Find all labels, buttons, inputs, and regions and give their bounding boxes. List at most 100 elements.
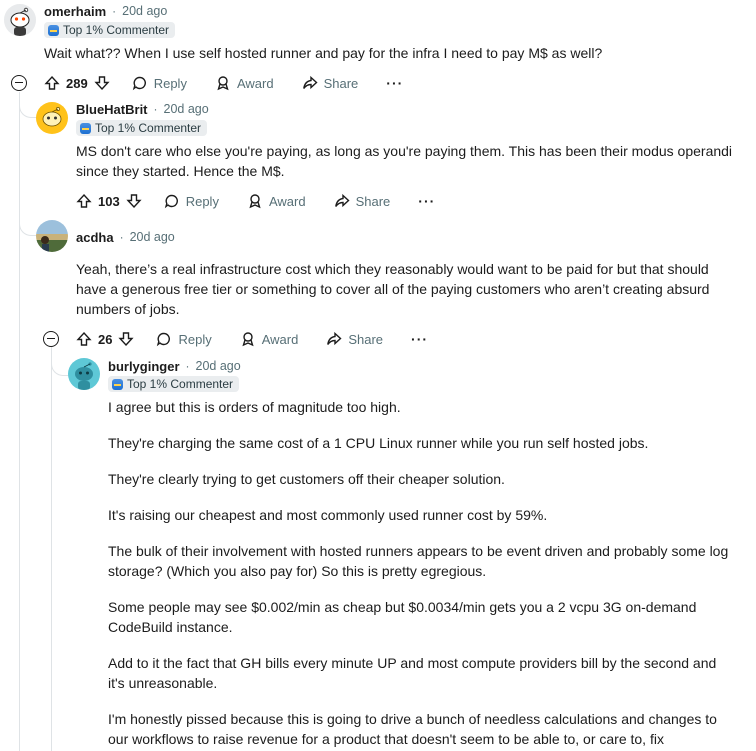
reply-label: Reply [185,193,219,209]
share-icon [334,193,350,208]
comment-paragraph: Yeah, there’s a real infrastructure cost… [76,261,710,317]
timestamp[interactable]: 20d ago [130,230,175,244]
share-button[interactable]: Share [334,193,391,209]
award-icon [249,194,261,209]
username[interactable]: acdha [76,230,114,245]
avatar[interactable] [36,220,68,252]
photo-avatar-icon [36,220,68,252]
snoo-avatar-icon [36,102,68,134]
thread-connector [19,218,37,236]
username[interactable]: BlueHatBrit [76,102,148,117]
comment-body: I agree but this is orders of magnitude … [108,397,733,749]
comment-paragraph: They're clearly trying to get customers … [108,471,505,487]
vote-count: 103 [98,193,120,209]
avatar[interactable] [36,102,68,134]
share-button[interactable]: Share [326,331,383,347]
top-commenter-icon [48,24,59,36]
flair-label: Top 1% Commenter [63,23,170,37]
reply-button[interactable]: Reply [164,193,219,209]
reply-icon [132,76,146,91]
flair-label: Top 1% Commenter [127,377,234,391]
comment-paragraph: It's raising our cheapest and most commo… [108,507,548,523]
share-label: Share [355,193,391,209]
reply-button[interactable]: Reply [156,331,212,347]
reply-button[interactable]: Reply [132,75,187,91]
upvote-button[interactable] [76,193,92,209]
award-icon [242,332,254,347]
comment-body: MS don't care who else you're paying, as… [76,141,736,181]
comment-header: omerhaim · 20d ago [44,3,167,19]
top-commenter-icon [80,122,91,134]
downvote-icon [118,332,135,347]
timestamp[interactable]: 20d ago [164,102,209,116]
share-icon [302,75,318,90]
user-flair: Top 1% Commenter [108,376,240,392]
reply-label: Reply [178,331,212,347]
award-label: Award [268,193,306,209]
comment-paragraph: MS don't care who else you're paying, as… [76,143,733,179]
separator-dot: · [153,102,158,116]
reply-label: Reply [153,75,187,91]
award-label: Award [261,331,299,347]
downvote-button[interactable] [94,75,110,91]
downvote-icon [126,194,142,209]
avatar[interactable] [4,4,36,36]
collapse-thread-button[interactable] [43,331,59,347]
flair-label: Top 1% Commenter [95,121,202,135]
comment-body: Wait what?? When I use self hosted runne… [44,43,744,63]
comment-paragraph: Wait what?? When I use self hosted runne… [44,45,603,61]
comment-paragraph: Some people may see $0.002/min as cheap … [108,599,697,635]
upvote-icon [76,193,92,208]
user-flair: Top 1% Commenter [44,22,176,38]
upvote-button[interactable] [76,331,92,347]
downvote-button[interactable] [126,193,142,209]
user-flair: Top 1% Commenter [76,120,208,136]
comment-actions: 103 Reply Award Share ··· [76,189,435,213]
share-button[interactable]: Share [302,75,359,91]
share-label: Share [323,75,359,91]
comment-actions: 289 Reply Award Share ··· [44,71,403,95]
reply-icon [157,332,171,347]
more-options-button[interactable]: ··· [411,331,428,347]
thread-line [19,92,20,751]
comment-paragraph: I agree but this is orders of magnitude … [108,399,401,415]
award-button[interactable]: Award [215,75,274,91]
username[interactable]: burlyginger [108,359,180,374]
separator-dot: · [119,230,124,244]
downvote-icon [94,76,110,91]
avatar[interactable] [68,358,100,390]
upvote-icon [76,331,92,346]
more-options-button[interactable]: ··· [418,193,435,209]
comment-paragraph: I'm honestly pissed because this is goin… [108,711,717,747]
reply-icon [164,194,178,209]
share-icon [327,331,342,346]
snoo-avatar-icon [68,358,100,390]
comment-header: BlueHatBrit · 20d ago [76,101,209,117]
timestamp[interactable]: 20d ago [196,359,241,373]
more-options-button[interactable]: ··· [386,75,403,91]
downvote-button[interactable] [118,331,135,347]
timestamp[interactable]: 20d ago [122,4,167,18]
upvote-button[interactable] [44,75,60,91]
thread-connector [19,100,37,118]
thread-line [51,345,52,751]
award-label: Award [236,75,274,91]
separator-dot: · [185,359,190,373]
top-commenter-icon [112,378,123,390]
award-button[interactable]: Award [247,193,306,209]
username[interactable]: omerhaim [44,4,106,19]
award-icon [217,76,229,91]
comment-header: burlyginger · 20d ago [108,358,241,374]
collapse-thread-button[interactable] [11,75,27,91]
award-button[interactable]: Award [240,331,299,347]
comment-body: Yeah, there’s a real infrastructure cost… [76,259,716,319]
comment-paragraph: Add to it the fact that GH bills every m… [108,655,717,691]
vote-count: 26 [98,331,113,347]
comment-paragraph: The bulk of their involvement with hoste… [108,543,729,579]
comment-actions: 26 Reply Award Share ··· [76,327,428,351]
share-label: Share [348,331,384,347]
separator-dot: · [112,4,117,18]
upvote-icon [44,75,60,90]
snoo-avatar-icon [4,4,36,36]
comment-paragraph: They're charging the same cost of a 1 CP… [108,435,649,451]
